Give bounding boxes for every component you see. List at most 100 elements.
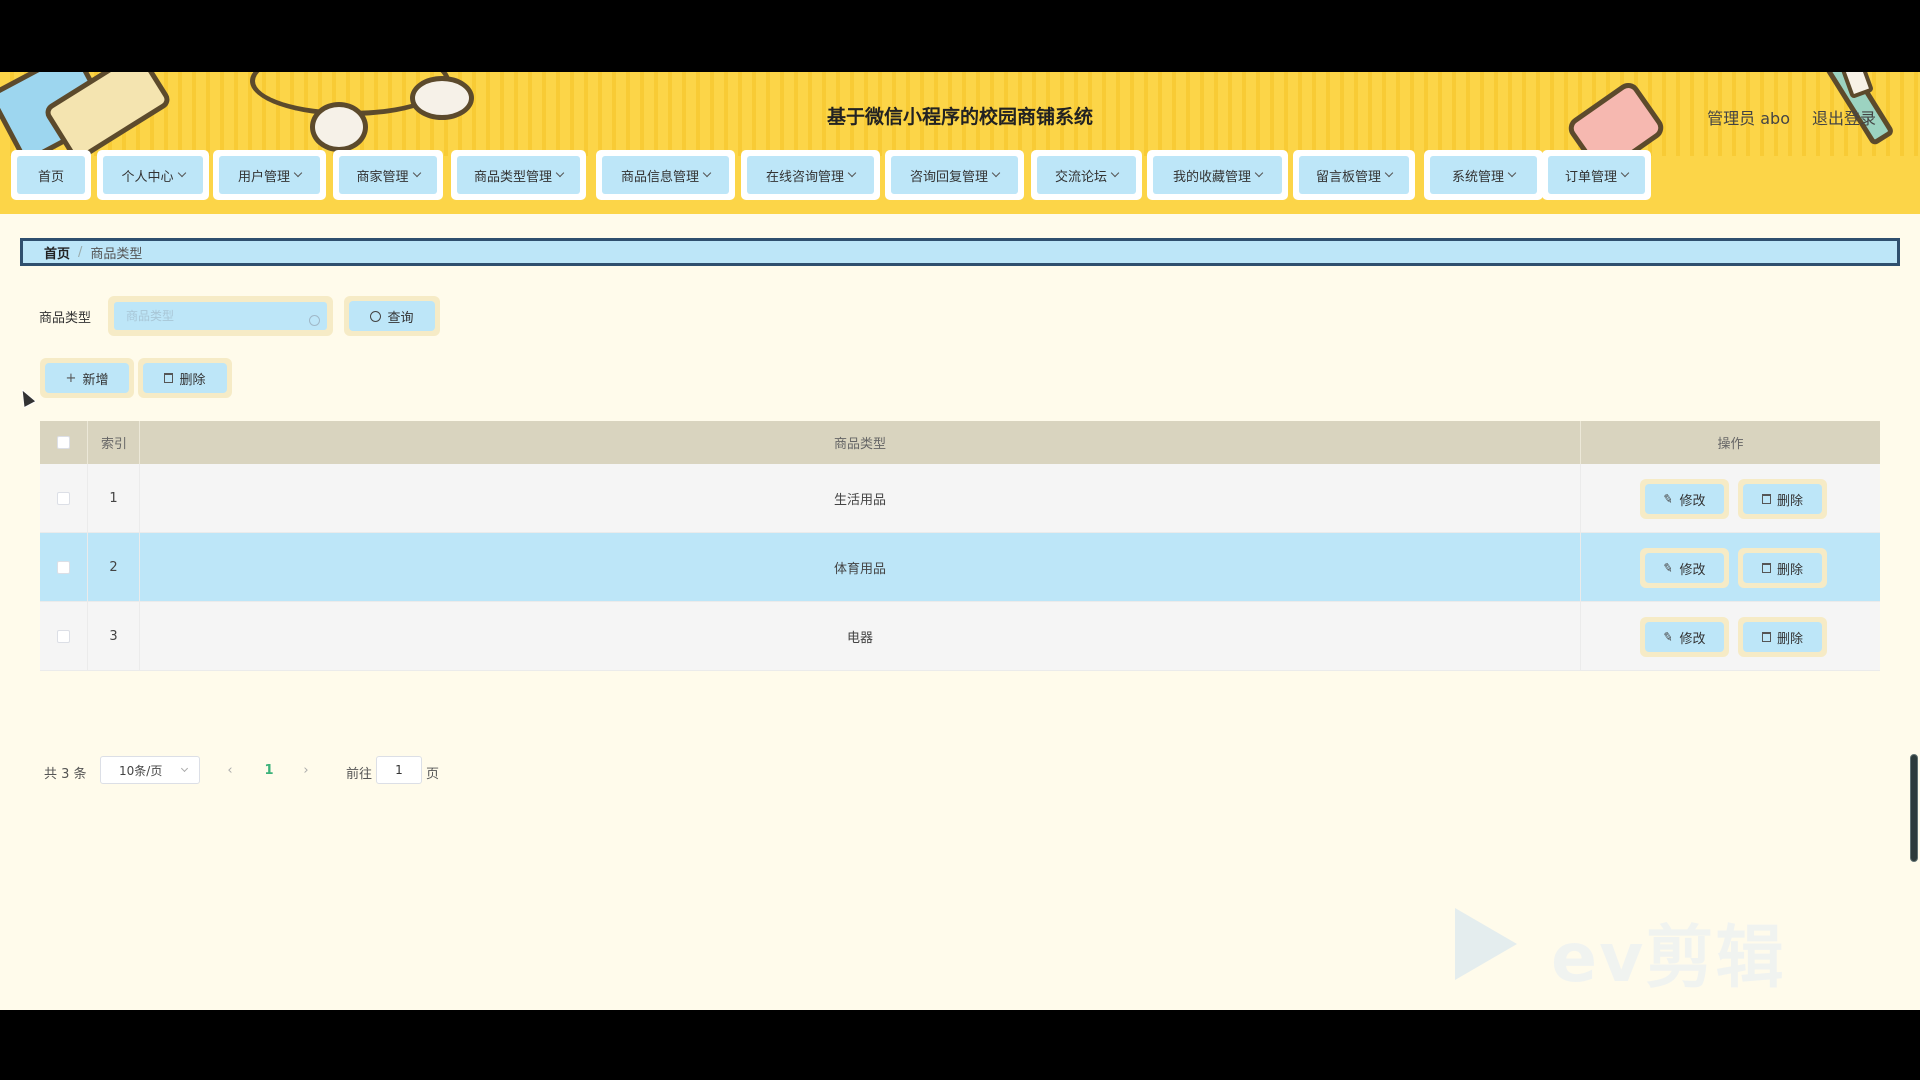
- row-index: 2: [88, 533, 140, 602]
- search-input[interactable]: [114, 302, 327, 330]
- row-type: 体育用品: [140, 533, 1581, 602]
- breadcrumb-home[interactable]: 首页: [44, 243, 70, 262]
- nav-button[interactable]: 咨询回复管理: [891, 156, 1018, 194]
- app-window: 基于微信小程序的校园商铺系统 管理员 abo 退出登录 首页 个人中心 用户管理 商家…: [0, 72, 1920, 1010]
- add-button[interactable]: + 新增: [45, 363, 129, 393]
- header-index: 索引: [88, 421, 140, 464]
- nav-item-2: 用户管理: [213, 150, 326, 200]
- row-checkbox-cell: [40, 464, 88, 533]
- search-label: 商品类型: [39, 311, 92, 326]
- chevron-down-icon: [555, 168, 565, 178]
- nav-button[interactable]: 用户管理: [219, 156, 320, 194]
- chevron-down-icon: [1507, 168, 1517, 178]
- next-page-button[interactable]: ›: [292, 756, 320, 784]
- row-checkbox[interactable]: [57, 630, 70, 643]
- nav-item-9: 我的收藏管理: [1147, 150, 1288, 200]
- page-number-current[interactable]: 1: [254, 756, 284, 784]
- nav-button[interactable]: 交流论坛: [1037, 156, 1136, 194]
- nav-item-11: 系统管理: [1424, 150, 1543, 200]
- page-size-select[interactable]: 10条/页: [100, 756, 200, 784]
- add-button-wrap: + 新增: [40, 358, 134, 398]
- chevron-down-icon: [177, 168, 186, 178]
- trash-icon: [164, 373, 174, 383]
- breadcrumb: 首页 / 商品类型: [20, 238, 1900, 266]
- nav-button[interactable]: 系统管理: [1430, 156, 1537, 194]
- prev-page-button[interactable]: ‹: [216, 756, 244, 784]
- row-checkbox[interactable]: [57, 492, 70, 505]
- batch-delete-button[interactable]: 删除: [143, 363, 227, 393]
- nav-item-8: 交流论坛: [1031, 150, 1142, 200]
- trash-icon: [1761, 494, 1771, 504]
- delete-button[interactable]: 删除: [1743, 484, 1822, 514]
- nav-item-10: 留言板管理: [1293, 150, 1415, 200]
- delete-button[interactable]: 删除: [1743, 622, 1822, 652]
- nav-label: 商家管理: [356, 169, 409, 185]
- user-info: 管理员 abo: [1707, 109, 1790, 128]
- edit-button-wrap: ✎ 修改: [1640, 617, 1729, 657]
- delete-label: 删除: [1776, 562, 1803, 578]
- watermark-text: ev剪辑: [1551, 919, 1786, 998]
- nav-button[interactable]: 在线咨询管理: [747, 156, 874, 194]
- edit-button[interactable]: ✎ 修改: [1645, 622, 1724, 652]
- edit-button[interactable]: ✎ 修改: [1645, 553, 1724, 583]
- table-row[interactable]: 2 体育用品 ✎ 修改 删除: [40, 533, 1880, 602]
- row-ops: ✎ 修改 删除: [1581, 533, 1880, 602]
- nav-button[interactable]: 留言板管理: [1299, 156, 1409, 194]
- header-banner: 基于微信小程序的校园商铺系统 管理员 abo 退出登录: [0, 72, 1920, 156]
- header-type: 商品类型: [140, 421, 1581, 464]
- trash-icon: [1761, 632, 1771, 642]
- nav-item-3: 商家管理: [333, 150, 443, 200]
- nav-label: 首页: [37, 169, 64, 185]
- row-ops: ✎ 修改 删除: [1581, 602, 1880, 671]
- batch-delete-label: 删除: [179, 372, 206, 388]
- row-ops: ✎ 修改 删除: [1581, 464, 1880, 533]
- scrollbar[interactable]: [1910, 754, 1918, 862]
- nav-button[interactable]: 我的收藏管理: [1153, 156, 1282, 194]
- nav-button[interactable]: 订单管理: [1548, 156, 1645, 194]
- delete-label: 删除: [1776, 631, 1803, 647]
- table-header: 索引 商品类型 操作: [40, 421, 1880, 464]
- search-icon: [370, 310, 382, 322]
- edit-button-wrap: ✎ 修改: [1640, 479, 1729, 519]
- nav-item-4: 商品类型管理: [451, 150, 586, 200]
- chevron-down-icon: [847, 168, 857, 178]
- play-logo-icon: [1455, 908, 1517, 980]
- chevron-down-icon: [702, 168, 712, 178]
- row-checkbox[interactable]: [57, 561, 70, 574]
- chevron-down-icon: [293, 168, 303, 178]
- nav-label: 我的收藏管理: [1172, 169, 1251, 185]
- delete-button[interactable]: 删除: [1743, 553, 1822, 583]
- goto-page-input[interactable]: [376, 756, 422, 784]
- search-button-wrap: 查询: [344, 296, 440, 336]
- row-type: 生活用品: [140, 464, 1581, 533]
- chevron-down-icon: [412, 168, 421, 178]
- nav-label: 商品类型管理: [473, 169, 552, 185]
- delete-button-wrap: 删除: [1738, 479, 1827, 519]
- plus-icon: +: [65, 370, 77, 386]
- edit-label: 修改: [1679, 493, 1706, 509]
- nav-button[interactable]: 首页: [17, 156, 85, 194]
- nav-label: 交流论坛: [1054, 169, 1107, 185]
- nav-button[interactable]: 商家管理: [339, 156, 437, 194]
- nav-item-6: 在线咨询管理: [741, 150, 880, 200]
- pagination-total: 共 3 条: [44, 767, 87, 782]
- edit-button[interactable]: ✎ 修改: [1645, 484, 1724, 514]
- nav-button[interactable]: 商品类型管理: [457, 156, 580, 194]
- nav-item-0: 首页: [11, 150, 91, 200]
- delete-button-wrap: 删除: [1738, 548, 1827, 588]
- chevron-down-icon: [1254, 168, 1264, 178]
- table-row[interactable]: 1 生活用品 ✎ 修改 删除: [40, 464, 1880, 533]
- search-button[interactable]: 查询: [349, 301, 435, 331]
- logout-link[interactable]: 退出登录: [1812, 105, 1876, 129]
- table-row[interactable]: 3 电器 ✎ 修改 删除: [40, 602, 1880, 671]
- breadcrumb-current: 商品类型: [90, 246, 143, 262]
- nav-label: 用户管理: [237, 169, 290, 185]
- row-type: 电器: [140, 602, 1581, 671]
- chevron-down-icon: [1384, 168, 1394, 178]
- page-suffix: 页: [426, 767, 440, 782]
- nav-item-12: 订单管理: [1542, 150, 1651, 200]
- nav-button[interactable]: 个人中心: [103, 156, 203, 194]
- select-all-checkbox[interactable]: [57, 436, 70, 449]
- header-checkbox-cell: [40, 421, 88, 464]
- nav-button[interactable]: 商品信息管理: [602, 156, 729, 194]
